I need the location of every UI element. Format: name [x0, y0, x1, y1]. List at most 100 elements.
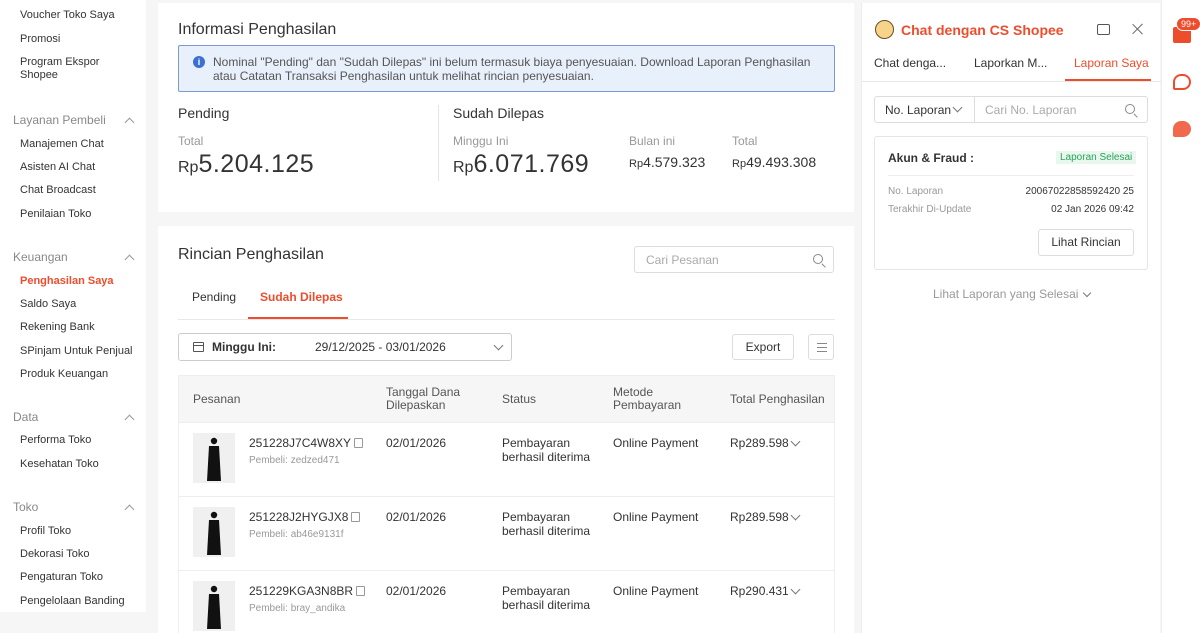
- order-id[interactable]: 251228J7C4W8XY: [249, 436, 364, 450]
- order-id[interactable]: 251229KGA3N8BR: [249, 584, 366, 598]
- currency-label: Rp: [453, 159, 474, 176]
- sidebar-group-toko[interactable]: Toko: [13, 500, 135, 514]
- release-date: 02/01/2026: [386, 584, 447, 598]
- col-pesanan: Pesanan: [193, 392, 241, 406]
- cs-chat-panel: Chat dengan CS Shopee Chat denga... Lapo…: [861, 3, 1161, 633]
- tab-laporkan[interactable]: Laporkan M...: [974, 56, 1047, 70]
- sidebar-item-chat-broadcast[interactable]: Chat Broadcast: [20, 184, 138, 197]
- view-completed-link[interactable]: Lihat Laporan yang Selesai: [933, 287, 1092, 301]
- period-label: Minggu Ini:: [212, 340, 276, 354]
- view-detail-button[interactable]: Lihat Rincian: [1038, 229, 1134, 256]
- buyer-name: bray_andika: [290, 603, 346, 614]
- release-date: 02/01/2026: [386, 510, 447, 524]
- sidebar-item-saldo-saya[interactable]: Saldo Saya: [20, 298, 138, 311]
- sidebar-item-profil-toko[interactable]: Profil Toko: [20, 525, 138, 538]
- sidebar-group-data[interactable]: Data: [13, 410, 135, 424]
- amount-value: 6.071.769: [473, 150, 590, 178]
- chat-title: Chat dengan CS Shopee: [901, 22, 1064, 38]
- copy-icon[interactable]: [351, 512, 361, 522]
- order-search-input[interactable]: Cari Pesanan: [634, 246, 834, 273]
- released-month-amount: Rp4.579.323: [629, 154, 705, 172]
- chevron-down-icon[interactable]: [952, 102, 963, 113]
- order-id-text: 251228J7C4W8XY: [249, 436, 352, 450]
- report-search-input[interactable]: Cari No. Laporan: [985, 103, 1076, 117]
- report-card: Akun & Fraud : Laporan Selesai No. Lapor…: [874, 136, 1148, 270]
- sidebar-item-pengelolaan-banding[interactable]: Pengelolaan Banding: [20, 595, 138, 608]
- sidebar-item-dekorasi-toko[interactable]: Dekorasi Toko: [20, 548, 138, 561]
- sidebar-item-manajemen-chat[interactable]: Manajemen Chat: [20, 138, 138, 151]
- report-no-value: 20067022858592420 25: [1025, 186, 1134, 197]
- col-status: Status: [502, 392, 537, 406]
- buyer-info: Pembeli: bray_andika: [249, 603, 345, 614]
- export-button[interactable]: Export: [732, 334, 794, 360]
- table-row[interactable]: 251228J2HYGJX8 Pembeli: ab46e9131f 02/01…: [178, 497, 835, 571]
- page-title: Informasi Penghasilan: [178, 21, 337, 38]
- chevron-down-icon[interactable]: [790, 436, 801, 447]
- chevron-up-icon: [124, 117, 135, 127]
- col-metode: Metode Pembayaran: [613, 385, 682, 412]
- chevron-down-icon: [1083, 288, 1092, 298]
- chevron-down-icon: [493, 340, 504, 351]
- sidebar-item-rekening-bank[interactable]: Rekening Bank: [20, 321, 138, 334]
- sidebar-item-penghasilan-saya[interactable]: Penghasilan Saya: [20, 275, 138, 288]
- sidebar-item-asisten-ai[interactable]: Asisten AI Chat: [20, 161, 138, 174]
- minimize-icon[interactable]: [1097, 24, 1110, 35]
- search-icon: [813, 254, 823, 264]
- sidebar-item-program-ekspor[interactable]: Program Ekspor Shopee: [20, 56, 138, 82]
- sidebar-item-penilaian-toko[interactable]: Penilaian Toko: [20, 208, 138, 221]
- sidebar: Voucher Toko Saya Promosi Program Ekspor…: [0, 0, 146, 612]
- sidebar-group-label: Toko: [13, 500, 39, 514]
- copy-icon[interactable]: [354, 438, 364, 448]
- buyer-name: zedzed471: [290, 455, 340, 466]
- chevron-down-icon[interactable]: [790, 510, 801, 521]
- report-type-select[interactable]: No. Laporan: [885, 103, 951, 117]
- chevron-up-icon: [124, 414, 135, 424]
- chevron-down-icon[interactable]: [790, 584, 801, 595]
- sidebar-group-keuangan[interactable]: Keuangan: [13, 250, 135, 264]
- copy-icon[interactable]: [356, 586, 366, 596]
- currency-label: Rp: [732, 158, 747, 170]
- notification-badge: 99+: [1176, 17, 1200, 31]
- buyer-info: Pembeli: zedzed471: [249, 455, 340, 466]
- product-image: [207, 511, 221, 555]
- released-week-label: Minggu Ini: [453, 134, 509, 148]
- table-row[interactable]: 251228J7C4W8XY Pembeli: zedzed471 02/01/…: [178, 423, 835, 497]
- status-badge: Laporan Selesai: [1056, 151, 1137, 164]
- product-image: [207, 585, 221, 629]
- close-icon[interactable]: [1130, 21, 1146, 37]
- period-value: 29/12/2025 - 03/01/2026: [315, 340, 446, 354]
- period-selector[interactable]: Minggu Ini: 29/12/2025 - 03/01/2026: [178, 333, 512, 361]
- table-header: Pesanan Tanggal Dana Dilepaskan Status M…: [178, 375, 835, 423]
- list-icon: [817, 347, 827, 349]
- order-id[interactable]: 251228J2HYGJX8: [249, 510, 361, 524]
- sidebar-group-layanan[interactable]: Layanan Pembeli: [13, 113, 135, 127]
- payment-method: Online Payment: [613, 510, 699, 524]
- chat-icon[interactable]: [1173, 74, 1191, 90]
- list-view-button[interactable]: [808, 334, 834, 360]
- table-row[interactable]: 251229KGA3N8BR Pembeli: bray_andika 02/0…: [178, 571, 835, 633]
- sidebar-item-pengaturan-toko[interactable]: Pengaturan Toko: [20, 571, 138, 584]
- pending-total-label: Total: [178, 134, 204, 148]
- sidebar-item-produk-keuangan[interactable]: Produk Keuangan: [20, 368, 138, 381]
- message-icon[interactable]: [1173, 121, 1191, 137]
- sidebar-item-kesehatan-toko[interactable]: Kesehatan Toko: [20, 458, 138, 471]
- released-total-amount: Rp49.493.308: [732, 154, 816, 172]
- product-thumbnail: [193, 581, 235, 631]
- search-placeholder: Cari Pesanan: [646, 253, 719, 267]
- tab-divider: [862, 81, 1161, 82]
- info-icon: i: [193, 56, 205, 68]
- tab-pending[interactable]: Pending: [192, 290, 236, 304]
- sidebar-item-spinjam[interactable]: SPinjam Untuk Penjual: [20, 345, 138, 358]
- tab-sudah-dilepas[interactable]: Sudah Dilepas: [260, 290, 343, 304]
- col-tanggal: Tanggal Dana Dilepaskan: [386, 385, 461, 412]
- sidebar-item-voucher[interactable]: Voucher Toko Saya: [20, 9, 138, 22]
- tab-laporan-saya[interactable]: Laporan Saya: [1074, 56, 1149, 70]
- sidebar-item-promosi[interactable]: Promosi: [20, 33, 138, 46]
- tab-chat[interactable]: Chat denga...: [874, 56, 946, 70]
- amount-value: 4.579.323: [643, 154, 706, 170]
- info-banner: i Nominal "Pending" dan "Sudah Dilepas" …: [178, 45, 835, 92]
- product-thumbnail: [193, 433, 235, 483]
- total-income: Rp289.598: [730, 436, 789, 450]
- sidebar-item-performa-toko[interactable]: Performa Toko: [20, 434, 138, 447]
- sidebar-group-label: Data: [13, 410, 39, 424]
